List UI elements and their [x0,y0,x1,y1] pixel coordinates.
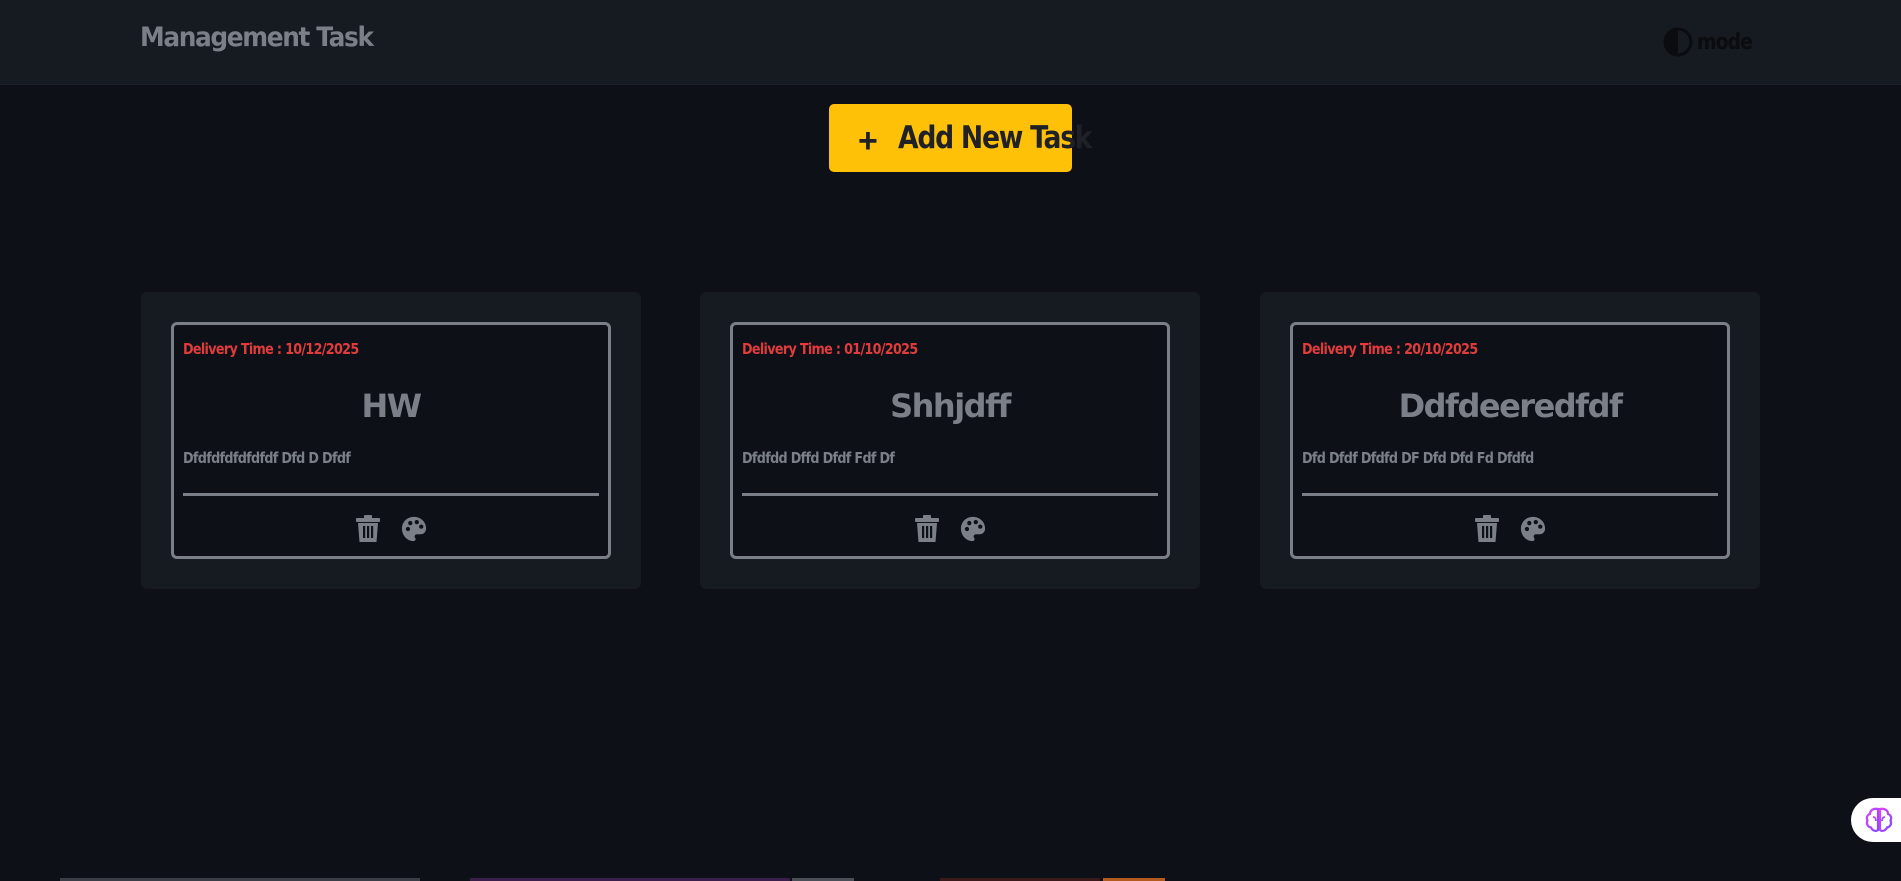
card-divider [1302,493,1718,496]
card-actions [733,515,1167,543]
contrast-icon [1663,27,1693,57]
task-title: HW [361,387,422,425]
palette-icon[interactable] [960,515,986,543]
palette-icon[interactable] [1520,515,1546,543]
delivery-time: Delivery Time : 20/10/2025 [1302,340,1478,358]
delivery-time: Delivery Time : 01/10/2025 [742,340,918,358]
card-divider [183,493,599,496]
card-actions [174,515,608,543]
palette-icon[interactable] [401,515,427,543]
add-new-task-button[interactable]: + Add New Task [829,104,1092,172]
theme-mode-toggle[interactable]: mode [1663,27,1762,57]
task-card: Delivery Time : 01/10/2025 Shhjdff Dfdfd… [700,292,1200,589]
task-card-body: Delivery Time : 20/10/2025 Ddfdeeredfdf … [1290,322,1730,559]
card-divider [742,493,1158,496]
task-card: Delivery Time : 10/12/2025 HW Dfdfdfdfdf… [141,292,641,589]
task-description: Dfdfdd Dffd Dfdf Fdf Df [742,449,895,467]
plus-icon: + [858,122,878,160]
delivery-time: Delivery Time : 10/12/2025 [183,340,359,358]
task-card: Delivery Time : 20/10/2025 Ddfdeeredfdf … [1260,292,1760,589]
brand-title[interactable]: Management Task [140,22,374,53]
task-description: Dfdfdfdfdfdfdf Dfd D Dfdf [183,449,351,467]
trash-icon[interactable] [355,515,381,543]
add-new-task-label: Add New Task [897,120,1093,156]
mode-label: mode [1697,29,1753,55]
trash-icon[interactable] [1474,515,1500,543]
assistant-button[interactable] [1851,798,1901,842]
card-actions [1293,515,1727,543]
brain-icon [1865,807,1893,832]
top-navbar: Management Task mode [0,0,1901,85]
task-title: Shhjdff [890,387,1011,425]
trash-icon[interactable] [914,515,940,543]
task-card-body: Delivery Time : 10/12/2025 HW Dfdfdfdfdf… [171,322,611,559]
task-description: Dfd Dfdf Dfdfd DF Dfd Dfd Fd Dfdfd [1302,449,1534,467]
task-title: Ddfdeeredfdf [1398,387,1623,425]
task-card-body: Delivery Time : 01/10/2025 Shhjdff Dfdfd… [730,322,1170,559]
